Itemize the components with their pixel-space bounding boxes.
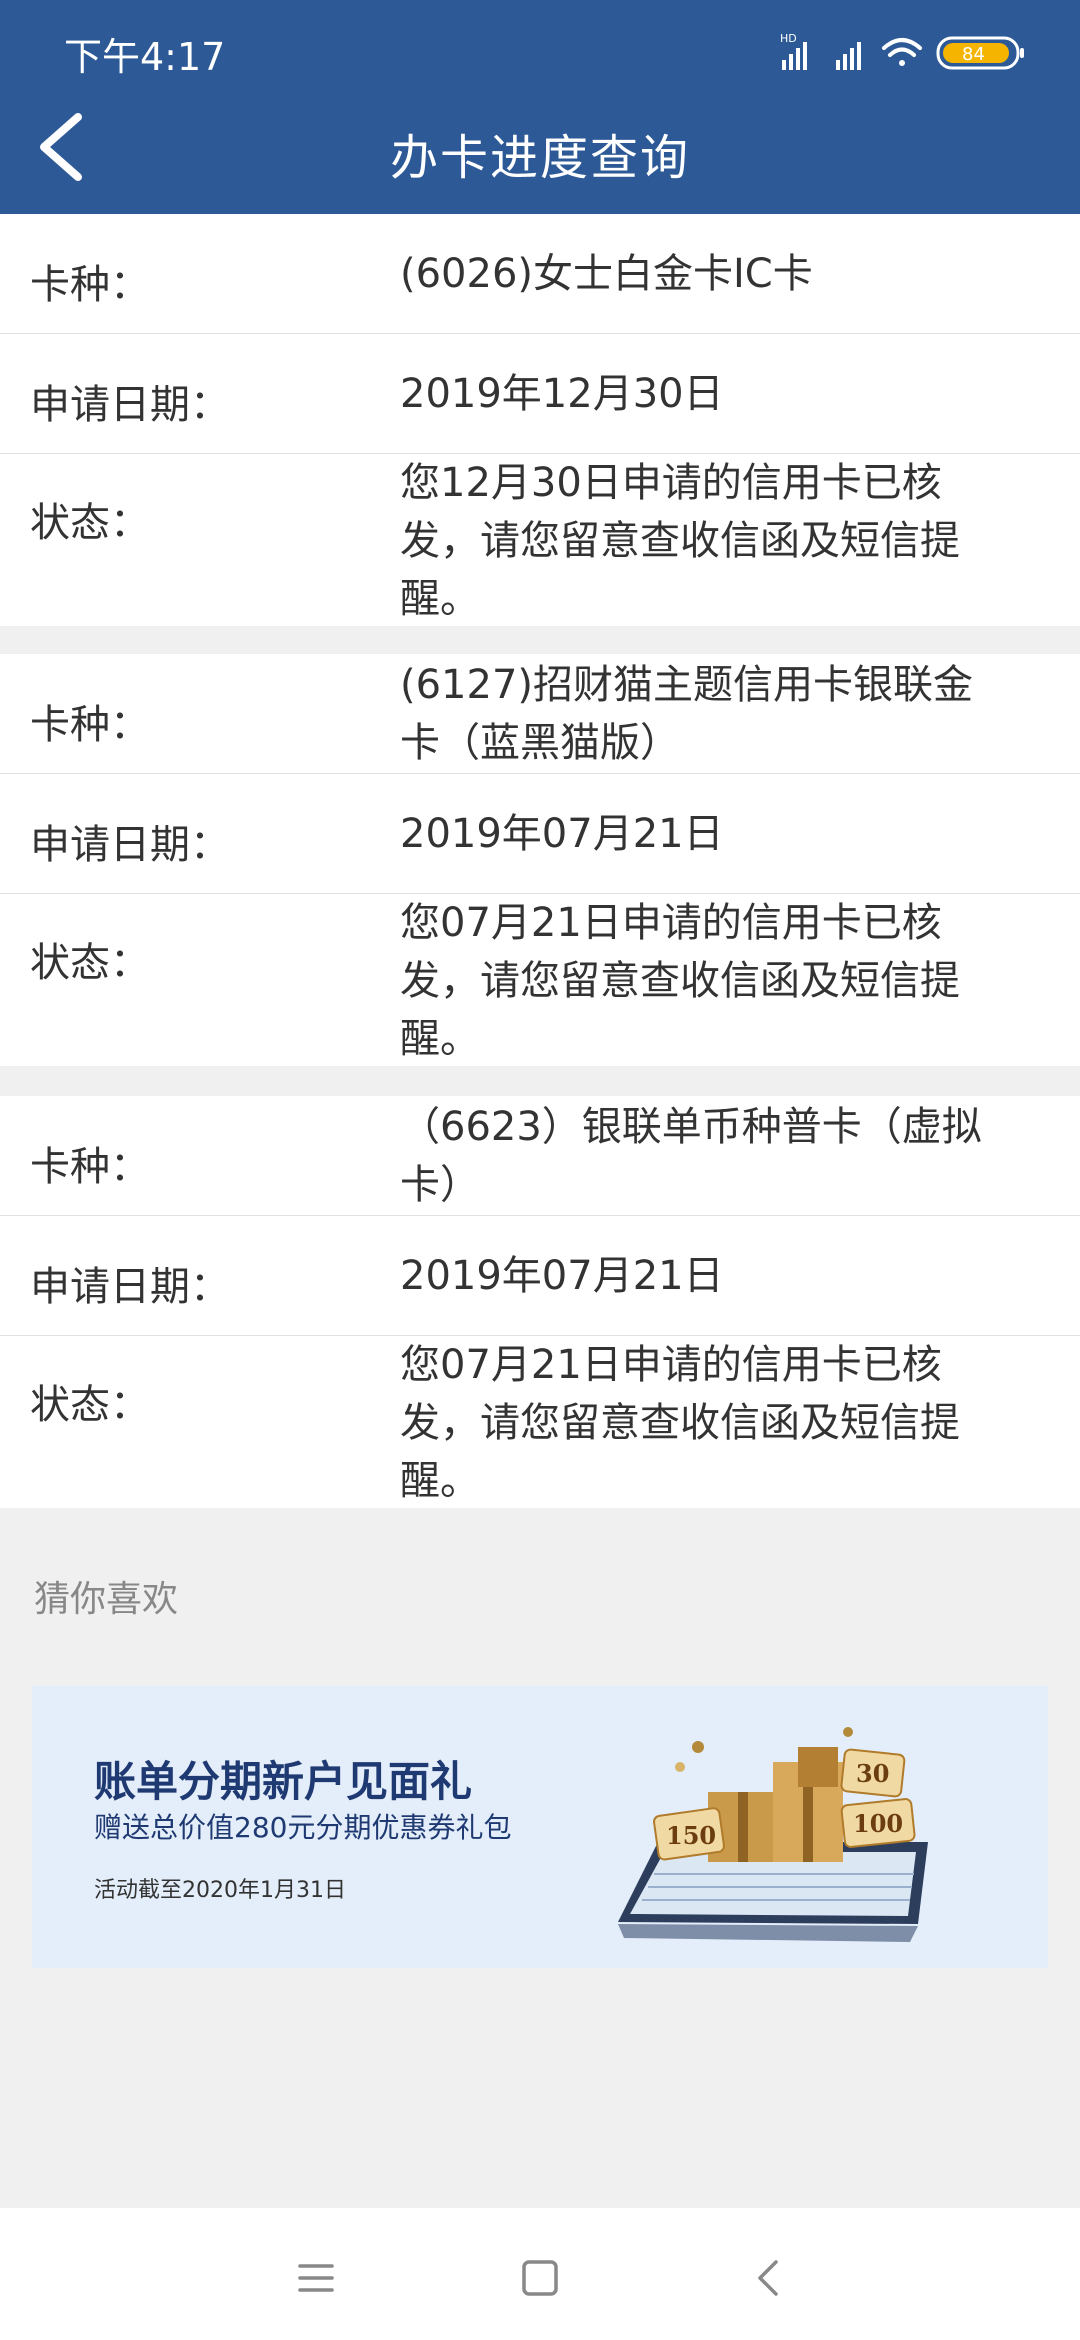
apply-date-value: 2019年12月30日 [400,371,724,417]
app-header: 下午4:17 HD 84 办卡进度查询 [0,0,1080,214]
status-value: 您12月30日申请的信用卡已核发，请您留意查收信函及短信提醒。 [400,460,960,622]
status-row: 状态： 您07月21日申请的信用卡已核发，请您留意查收信函及短信提醒。 [0,894,1080,1066]
promo-banner[interactable]: 账单分期新户见面礼 赠送总价值280元分期优惠券礼包 活动截至2020年1月31… [32,1686,1048,1968]
card-type-value: (6026)女士白金卡IC卡 [400,251,813,297]
card-type-value: （6623）银联单币种普卡（虚拟卡） [400,1104,982,1208]
card-type-row: 卡种： （6623）银联单币种普卡（虚拟卡） [0,1096,1080,1216]
card-type-value: (6127)招财猫主题信用卡银联金卡（蓝黑猫版） [400,662,974,766]
status-value: 您07月21日申请的信用卡已核发，请您留意查收信函及短信提醒。 [400,900,960,1062]
card-type-row: 卡种： (6127)招财猫主题信用卡银联金卡（蓝黑猫版） [0,654,1080,774]
signal-icon [836,42,861,70]
status-label: 状态： [30,940,150,986]
status-value: 您07月21日申请的信用卡已核发，请您留意查收信函及短信提醒。 [400,1342,960,1504]
status-time: 下午4:17 [64,35,226,79]
application-card-3: 卡种： （6623）银联单币种普卡（虚拟卡） 申请日期： 2019年07月21日… [0,1096,1080,1508]
battery-icon: 84 [936,36,1024,70]
wifi-icon [882,38,922,66]
status-row: 状态： 您07月21日申请的信用卡已核发，请您留意查收信函及短信提醒。 [0,1336,1080,1508]
svg-text:30: 30 [856,1759,889,1788]
status-icons: HD 84 [780,32,1024,70]
svg-text:HD: HD [780,32,797,45]
hd-signal-icon: HD [780,32,807,70]
apply-date-label: 申请日期： [30,1264,230,1310]
svg-text:84: 84 [962,44,985,65]
banner-note: 活动截至2020年1月31日 [94,1878,346,1903]
card-type-row: 卡种： (6026)女士白金卡IC卡 [0,214,1080,334]
svg-text:150: 150 [666,1821,716,1850]
banner-title: 账单分期新户见面礼 [94,1757,473,1806]
status-label: 状态： [30,1382,150,1428]
system-nav-bar [0,2208,1080,2340]
coupon-100: 100 [840,1798,916,1848]
application-card-1: 卡种： (6026)女士白金卡IC卡 申请日期： 2019年12月30日 状态：… [0,214,1080,626]
page-title: 办卡进度查询 [389,130,690,186]
apply-date-label: 申请日期： [30,382,230,428]
apply-date-value: 2019年07月21日 [400,811,724,857]
banner-subtitle: 赠送总价值280元分期优惠券礼包 [94,1811,512,1844]
card-type-label: 卡种： [30,1144,150,1190]
status-row: 状态： 您12月30日申请的信用卡已核发，请您留意查收信函及短信提醒。 [0,454,1080,626]
svg-text:100: 100 [853,1809,903,1838]
card-type-label: 卡种： [30,702,150,748]
nav-back-icon[interactable] [728,2238,808,2318]
menu-icon[interactable] [276,2238,356,2318]
apply-date-label: 申请日期： [30,822,230,868]
home-icon[interactable] [500,2238,580,2318]
apply-date-row: 申请日期： 2019年12月30日 [0,334,1080,454]
coupon-30: 30 [840,1748,906,1798]
apply-date-row: 申请日期： 2019年07月21日 [0,1216,1080,1336]
recommend-heading: 猜你喜欢 [34,1579,179,1620]
coupon-150: 150 [653,1807,725,1861]
application-card-2: 卡种： (6127)招财猫主题信用卡银联金卡（蓝黑猫版） 申请日期： 2019年… [0,654,1080,1066]
card-type-label: 卡种： [30,262,150,308]
gift-phone-illustration: 150 30 100 [618,1727,928,1942]
status-label: 状态： [30,500,150,546]
apply-date-value: 2019年07月21日 [400,1253,724,1299]
apply-date-row: 申请日期： 2019年07月21日 [0,774,1080,894]
